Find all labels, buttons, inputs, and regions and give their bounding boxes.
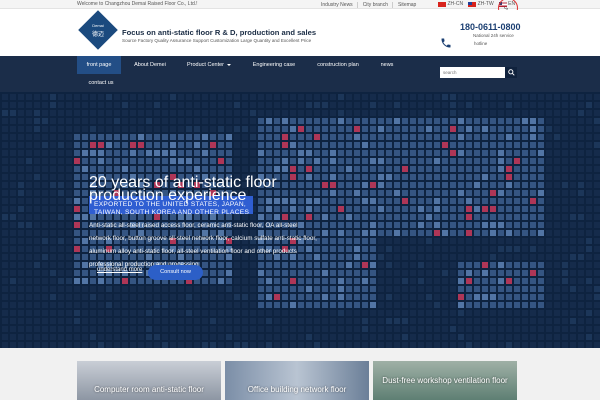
product-label: Computer room anti-static floor — [94, 385, 204, 394]
lang-zh-tw[interactable]: ZH-TW — [468, 0, 494, 9]
nav-news[interactable]: news — [372, 56, 402, 74]
link-industry-news[interactable]: Industry News — [321, 1, 358, 8]
hero-description: Anti-static all-steel raised access floo… — [89, 222, 317, 268]
china-flag-icon — [438, 2, 446, 7]
hotline-note-2: hotline — [474, 41, 488, 46]
hero-title: 20 years of anti-static floor production… — [89, 174, 277, 204]
phone-icon — [441, 38, 451, 48]
site-subtagline: Source Factory Quality Assurance Support… — [122, 38, 312, 43]
taiwan-flag-icon — [468, 2, 477, 7]
nav-product-center[interactable]: Product Center — [180, 56, 238, 74]
nav-front-page[interactable]: front page — [77, 56, 121, 74]
product-card-computer-room[interactable]: Computer room anti-static floor — [77, 361, 221, 400]
search-button[interactable] — [505, 67, 517, 78]
nav-engineering-case[interactable]: Engineering case — [245, 56, 303, 74]
product-label: Office building network floor — [247, 385, 347, 394]
link-city-branch[interactable]: City branch — [363, 1, 393, 8]
consult-now-button[interactable]: Consult now — [148, 265, 203, 280]
understand-more-link[interactable]: understand more — [97, 267, 142, 273]
search-icon — [507, 69, 515, 76]
hotline-note: National 24h service — [473, 33, 514, 38]
nav-construction-plan[interactable]: construction plan — [308, 56, 368, 74]
link-sitemap[interactable]: Sitemap — [398, 2, 420, 8]
logo-text: Demai 德迈 — [91, 22, 104, 38]
product-card-dust-free[interactable]: Dust-free workshop ventilation floor — [373, 361, 517, 400]
product-label: Dust-free workshop ventilation floor — [382, 376, 508, 385]
nav-contact-us[interactable]: contact us — [77, 74, 125, 92]
welcome-text: Welcome to Changzhou Demai Raised Floor … — [77, 1, 198, 7]
hero-badge-text: EXPORTED TO THE UNITED STATES, JAPAN, TA… — [94, 201, 250, 216]
nav-about[interactable]: About Demei — [125, 56, 175, 74]
product-card-office-building[interactable]: Office building network floor — [225, 361, 369, 400]
lang-zh-cn[interactable]: ZH-CN — [438, 0, 463, 9]
search-input[interactable] — [440, 67, 505, 78]
top-links: Industry News City branch Sitemap — [321, 0, 420, 8]
site-tagline: Focus on anti-static floor R & D, produc… — [122, 28, 317, 37]
chevron-down-icon — [227, 63, 231, 66]
hotline-number[interactable]: 180-0611-0800 — [460, 22, 521, 32]
